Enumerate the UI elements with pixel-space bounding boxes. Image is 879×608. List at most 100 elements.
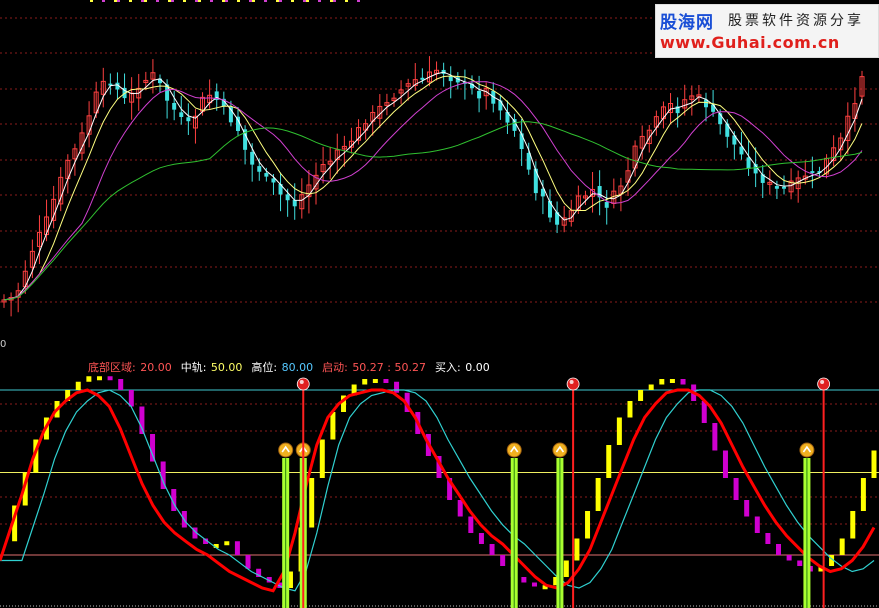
candle-body	[186, 117, 191, 122]
top-marker	[141, 0, 144, 2]
step-bar	[287, 571, 293, 588]
candle-body	[548, 200, 552, 218]
legend-value: 20.00	[140, 361, 172, 374]
candle-body	[746, 157, 751, 169]
step-bar	[107, 376, 113, 381]
candle-body	[533, 168, 538, 194]
step-bar	[585, 511, 591, 539]
step-bar	[224, 541, 230, 546]
candle-body	[285, 194, 290, 201]
top-marker	[195, 0, 198, 2]
candle-body	[782, 186, 786, 189]
legend-item: 中轨: 50.00	[181, 361, 251, 374]
chevron-up-icon	[555, 445, 565, 453]
step-bar	[638, 390, 644, 401]
top-marker	[249, 0, 252, 2]
step-bar	[606, 445, 612, 478]
step-bar	[351, 384, 357, 396]
chevron-up-icon	[281, 445, 290, 453]
step-bar	[12, 505, 18, 542]
step-bar	[510, 566, 516, 577]
step-bar	[531, 582, 537, 587]
start-signal-highlight	[299, 380, 304, 384]
candle-body	[810, 171, 815, 174]
buy-signal-bar	[556, 458, 564, 608]
step-bar	[43, 417, 49, 440]
candle-body	[264, 173, 269, 177]
candle-body	[477, 90, 482, 99]
legend-item: 买入: 0.00	[435, 361, 498, 374]
step-bar	[181, 511, 187, 528]
start-signal-icon	[817, 377, 831, 391]
step-bar	[478, 533, 484, 544]
step-bar	[722, 450, 728, 478]
guhai-logo[interactable]: 股海网 股票软件资源分享 www.Guhai.com.cn	[655, 4, 879, 58]
step-bar	[341, 395, 347, 412]
step-bar	[786, 555, 792, 561]
top-marker	[102, 0, 105, 2]
step-bar	[765, 533, 771, 544]
buy-signal-icon	[506, 442, 522, 458]
step-bar	[563, 560, 569, 577]
top-marker	[210, 0, 213, 2]
legend-label: 中轨:	[180, 361, 210, 374]
step-bar	[234, 541, 240, 555]
start-signal-icon	[566, 377, 580, 391]
top-marker	[357, 0, 360, 2]
chevron-up-icon	[802, 445, 812, 453]
candle-body	[498, 100, 503, 111]
legend-value: 50.00	[210, 361, 243, 374]
legend-value: 0.00	[465, 361, 490, 374]
step-bar	[669, 379, 675, 383]
step-bar	[447, 478, 453, 500]
chevron-up-icon	[510, 445, 519, 453]
candle-body	[519, 133, 524, 150]
step-bar	[701, 401, 707, 423]
step-bar	[319, 439, 325, 478]
step-bar	[839, 538, 845, 555]
step-bar	[22, 472, 28, 506]
buy-signal-bar	[510, 458, 518, 608]
step-bar	[457, 500, 463, 517]
start-signal-highlight	[569, 380, 574, 384]
step-bar	[797, 560, 803, 566]
step-bar	[829, 555, 835, 566]
step-bar	[691, 384, 697, 401]
candle-body	[172, 102, 177, 110]
legend-item: 启动: 50.27 : 50.27	[322, 361, 434, 374]
chart-window: 0 股海网 股票软件资源分享 www.Guhai.com.cn 底部区域: 20…	[0, 0, 879, 608]
top-marker	[144, 0, 147, 2]
logo-name: 股海网	[660, 13, 714, 33]
top-marker	[318, 0, 321, 2]
legend-label: 买入:	[435, 361, 465, 374]
step-bar	[468, 516, 474, 533]
buy-signal-bar	[803, 458, 811, 608]
red-curve	[0, 388, 876, 593]
legend-label: 启动:	[322, 361, 352, 374]
step-bar	[266, 577, 272, 583]
step-bar	[553, 577, 559, 586]
step-bar	[860, 478, 866, 511]
step-bar	[139, 406, 145, 434]
step-bar	[489, 544, 495, 555]
top-marker	[333, 0, 336, 2]
top-marker	[183, 0, 186, 2]
top-marker	[276, 0, 279, 2]
step-bar	[521, 577, 527, 583]
step-bar	[245, 555, 251, 569]
step-bar	[150, 434, 156, 462]
start-signal-icon	[296, 377, 310, 391]
step-bar	[680, 379, 686, 385]
chevron-up-icon	[299, 445, 308, 453]
step-bar	[500, 555, 506, 566]
step-bar	[309, 478, 315, 528]
top-marker	[306, 0, 309, 2]
top-marker	[90, 0, 93, 2]
step-bar	[118, 379, 124, 390]
step-bar	[75, 381, 81, 390]
step-bar	[203, 538, 209, 544]
step-bar	[33, 439, 39, 473]
legend-item: 底部区域: 20.00	[88, 361, 180, 374]
step-bar	[659, 379, 665, 385]
top-marker	[291, 0, 294, 2]
